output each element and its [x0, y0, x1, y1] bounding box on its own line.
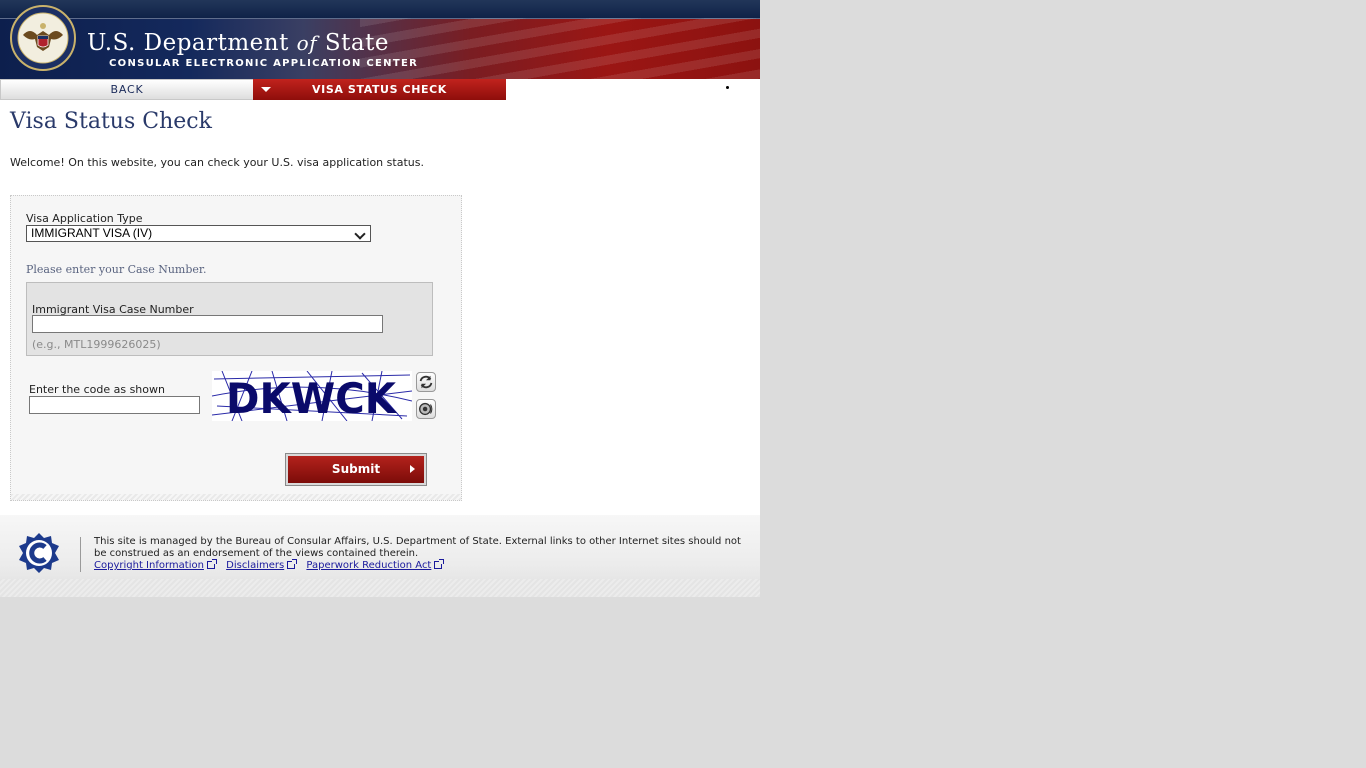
department-title: U.S. Department of State [87, 30, 389, 56]
submit-button[interactable]: Submit [285, 453, 427, 486]
footer-divider [80, 537, 81, 572]
captcha-image: DKWCK [212, 371, 412, 421]
audio-icon [419, 402, 433, 416]
page: U.S. Department of State CONSULAR ELECTR… [0, 0, 760, 597]
chevron-down-icon [354, 228, 366, 240]
application-type-value: IMMIGRANT VISA (IV) [31, 226, 153, 240]
copyright-link[interactable]: Copyright Information [94, 559, 217, 571]
form-bottom-band [11, 494, 461, 500]
footer-links: Copyright Information Disclaimers Paperw… [94, 559, 450, 571]
nav-bar: BACK VISA STATUS CHECK [0, 79, 760, 100]
paperwork-reduction-link[interactable]: Paperwork Reduction Act [306, 559, 445, 571]
application-type-select[interactable]: IMMIGRANT VISA (IV) [26, 225, 371, 242]
nav-dot [726, 86, 729, 89]
external-link-icon [434, 559, 445, 569]
case-number-prompt: Please enter your Case Number. [26, 263, 207, 276]
case-number-panel: Immigrant Visa Case Number (e.g., MTL199… [26, 282, 433, 356]
refresh-icon [419, 375, 433, 389]
footer-notice: This site is managed by the Bureau of Co… [94, 536, 741, 559]
case-number-input[interactable] [32, 315, 383, 333]
header-top-strip [0, 0, 760, 19]
title-of: of [296, 31, 318, 55]
tab-visa-status-check[interactable]: VISA STATUS CHECK [253, 79, 506, 100]
external-link-icon [287, 559, 298, 569]
tab-label: VISA STATUS CHECK [312, 83, 447, 96]
disclaimers-link-label: Disclaimers [226, 560, 285, 571]
copyright-link-label: Copyright Information [94, 560, 204, 571]
status-form: Visa Application Type IMMIGRANT VISA (IV… [10, 195, 462, 501]
application-type-label: Visa Application Type [26, 212, 143, 225]
department-subtitle: CONSULAR ELECTRONIC APPLICATION CENTER [109, 58, 419, 69]
refresh-captcha-button[interactable] [416, 372, 436, 392]
title-part-1: U.S. Department [87, 30, 289, 56]
captcha-code-label: Enter the code as shown [29, 383, 165, 396]
site-footer: This site is managed by the Bureau of Co… [0, 515, 760, 597]
caret-down-icon [261, 87, 271, 92]
audio-captcha-button[interactable] [416, 399, 436, 419]
external-link-icon [206, 559, 217, 569]
captcha-code-input[interactable] [29, 396, 200, 414]
submit-label: Submit [331, 462, 381, 476]
captcha-text: DKWCK [226, 374, 397, 421]
disclaimers-link[interactable]: Disclaimers [226, 559, 298, 571]
title-part-2: State [324, 30, 389, 56]
case-number-example: (e.g., MTL1999626025) [32, 338, 161, 351]
site-header: U.S. Department of State CONSULAR ELECTR… [0, 0, 760, 79]
flag-stripes [360, 18, 760, 79]
consular-affairs-logo-icon [19, 533, 59, 573]
department-of-state-seal-icon [10, 5, 76, 71]
welcome-text: Welcome! On this website, you can check … [10, 156, 424, 169]
main-content: Visa Status Check Welcome! On this websi… [0, 100, 760, 515]
paperwork-link-label: Paperwork Reduction Act [306, 560, 432, 571]
back-button[interactable]: BACK [0, 79, 254, 100]
arrow-right-icon [410, 465, 415, 473]
page-title: Visa Status Check [10, 109, 212, 134]
footer-bottom-band [0, 579, 760, 597]
